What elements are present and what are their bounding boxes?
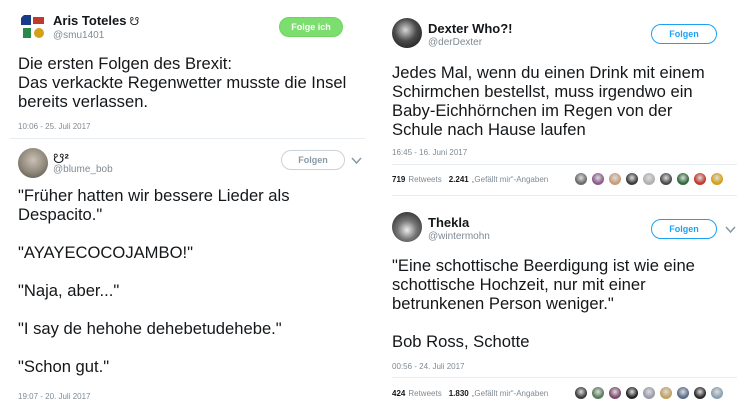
liker-avatars[interactable] [574,172,724,186]
tweet-text: "Eine schottische Beerdigung ist wie ein… [392,256,695,351]
user-handle[interactable]: @smu1401 [53,30,104,41]
liker-avatar[interactable] [693,172,707,186]
tweet-timestamp[interactable]: 10:06 - 25. Juli 2017 [18,122,91,131]
like-count[interactable]: 2.241 [449,175,469,184]
liker-avatar[interactable] [710,386,724,400]
tweet-text: "Früher hatten wir bessere Lieder als De… [18,186,290,376]
tweet-stats: 719 Retweets 2.241 „Gefällt mir“-Angaben [392,175,548,184]
user-handle[interactable]: @wintermohn [428,231,490,242]
like-label: „Gefällt mir“-Angaben [471,389,549,398]
divider [10,138,365,139]
tweet-text: Die ersten Folgen des Brexit: Das verkac… [18,54,347,111]
liker-avatars[interactable] [574,386,724,400]
liker-avatar[interactable] [574,172,588,186]
avatar[interactable] [392,18,422,48]
retweet-label: Retweets [408,175,442,184]
user-handle[interactable]: @derDexter [428,37,482,48]
retweet-count[interactable]: 424 [392,389,405,398]
name-badge: ☋ [129,16,140,28]
avatar[interactable] [18,12,48,42]
liker-avatar[interactable] [574,386,588,400]
liker-avatar[interactable] [642,172,656,186]
liker-avatar[interactable] [642,386,656,400]
logo-icon [21,15,44,38]
liker-avatar[interactable] [659,172,673,186]
liker-avatar[interactable] [625,386,639,400]
tweet-stats: 424 Retweets 1.830 „Gefällt mir“-Angaben [392,389,548,398]
liker-avatar[interactable] [693,386,707,400]
display-name[interactable]: Aris Toteles ☋ [53,13,139,28]
avatar[interactable] [392,212,422,242]
display-name[interactable]: Dexter Who?! [428,21,513,36]
like-count[interactable]: 1.830 [449,389,469,398]
retweet-count[interactable]: 719 [392,175,405,184]
display-name[interactable]: Thekla [428,215,469,230]
divider [392,195,737,196]
liker-avatar[interactable] [591,386,605,400]
liker-avatar[interactable] [676,172,690,186]
liker-avatar[interactable] [608,386,622,400]
tweet-text: Jedes Mal, wenn du einen Drink mit einem… [392,63,705,139]
liker-avatar[interactable] [625,172,639,186]
divider [392,164,737,165]
liker-avatar[interactable] [710,172,724,186]
follow-button[interactable]: Folgen [651,24,717,44]
follow-button[interactable]: Folgen [651,219,717,239]
chevron-down-icon[interactable] [725,226,736,234]
tweet-timestamp[interactable]: 16:45 - 16. Juni 2017 [392,148,467,157]
user-handle[interactable]: @blume_bob [53,164,113,175]
chevron-down-icon[interactable] [351,157,362,165]
retweet-label: Retweets [408,389,442,398]
liker-avatar[interactable] [591,172,605,186]
follow-button[interactable]: Folgen [281,150,345,170]
like-label: „Gefällt mir“-Angaben [471,175,549,184]
display-name-text: Aris Toteles [53,13,127,28]
liker-avatar[interactable] [659,386,673,400]
following-button[interactable]: Folge ich [279,17,343,37]
liker-avatar[interactable] [608,172,622,186]
avatar[interactable] [18,148,48,178]
liker-avatar[interactable] [676,386,690,400]
tweet-timestamp[interactable]: 19:07 - 20. Juli 2017 [18,392,91,401]
tweet-timestamp[interactable]: 00:56 - 24. Juli 2017 [392,362,465,371]
divider [392,377,737,378]
